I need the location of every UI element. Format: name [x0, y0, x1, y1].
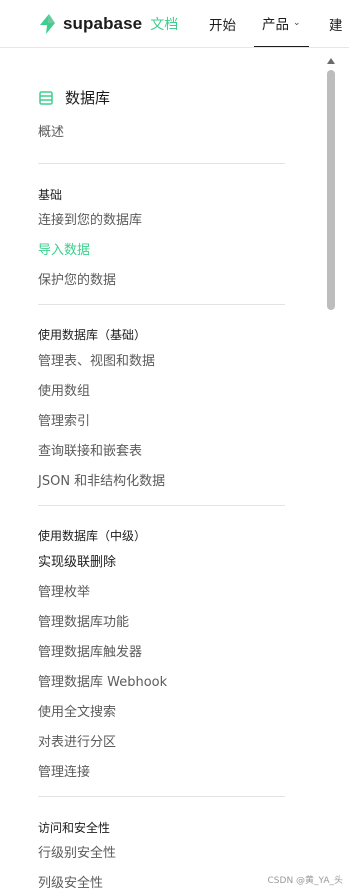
supabase-bolt-icon	[40, 14, 55, 34]
nav-start[interactable]: 开始	[209, 0, 236, 47]
group-title-intermediate: 使用数据库（中级）	[38, 529, 147, 543]
chevron-down-icon: ⌄	[293, 18, 301, 28]
group-title-basic-usage: 使用数据库（基础）	[38, 328, 147, 342]
sidebar-item-json[interactable]: JSON 和非结构化数据	[38, 473, 165, 491]
docs-label: 文档	[150, 17, 179, 33]
section-header: 数据库	[38, 87, 110, 108]
sidebar-item-column-level-security[interactable]: 列级安全性	[38, 875, 103, 891]
sidebar-item-indexes[interactable]: 管理索引	[38, 413, 90, 431]
sidebar-item-full-text-search[interactable]: 使用全文搜索	[38, 704, 116, 722]
nav-product-label: 产品	[262, 17, 289, 33]
sidebar-scrollbar[interactable]	[325, 58, 339, 891]
sidebar-item-import-data[interactable]: 导入数据	[38, 242, 90, 260]
sidebar-item-cascade-delete[interactable]: 实现级联删除	[38, 554, 116, 572]
sidebar-item-row-level-security[interactable]: 行级别安全性	[38, 845, 116, 863]
scroll-thumb[interactable]	[327, 70, 335, 310]
top-navbar: supabase 文档 开始 产品 ⌄ 建	[0, 0, 349, 48]
section-title: 数据库	[65, 89, 111, 107]
sidebar-item-manage-tables[interactable]: 管理表、视图和数据	[38, 353, 155, 371]
sidebar-item-joins[interactable]: 查询联接和嵌套表	[38, 443, 142, 461]
nav-build-label: 建	[329, 18, 343, 34]
brand-link[interactable]: supabase 文档	[38, 13, 178, 35]
group-title-access-security: 访问和安全性	[38, 821, 111, 835]
sidebar-item-enums[interactable]: 管理枚举	[38, 584, 90, 602]
sidebar-item-triggers[interactable]: 管理数据库触发器	[38, 644, 142, 662]
sidebar-item-secure-data[interactable]: 保护您的数据	[38, 272, 116, 290]
database-list-icon	[39, 90, 53, 105]
nav-start-label: 开始	[209, 18, 236, 34]
nav-product-dropdown[interactable]: 产品 ⌄	[254, 0, 309, 47]
sidebar-item-overview[interactable]: 概述	[38, 124, 64, 142]
sidebar-item-connections[interactable]: 管理连接	[38, 764, 90, 782]
sidebar-item-webhooks[interactable]: 管理数据库 Webhook	[38, 674, 167, 692]
nav-build[interactable]: 建	[329, 0, 343, 47]
sidebar-item-functions[interactable]: 管理数据库功能	[38, 614, 129, 632]
brand-name: supabase	[63, 14, 143, 33]
scroll-up-arrow-icon[interactable]	[327, 58, 335, 64]
sidebar-item-arrays[interactable]: 使用数组	[38, 383, 90, 401]
watermark: CSDN @黄_YA_头	[267, 876, 343, 886]
divider	[38, 163, 285, 164]
divider	[38, 304, 285, 305]
group-title-basics: 基础	[38, 188, 63, 202]
divider	[38, 796, 285, 797]
docs-sidebar: 数据库 概述 基础 连接到您的数据库 导入数据 保护您的数据 使用数据库（基础）…	[0, 49, 349, 891]
sidebar-item-partitioning[interactable]: 对表进行分区	[38, 734, 116, 752]
sidebar-item-connect[interactable]: 连接到您的数据库	[38, 212, 142, 230]
divider	[38, 505, 285, 506]
